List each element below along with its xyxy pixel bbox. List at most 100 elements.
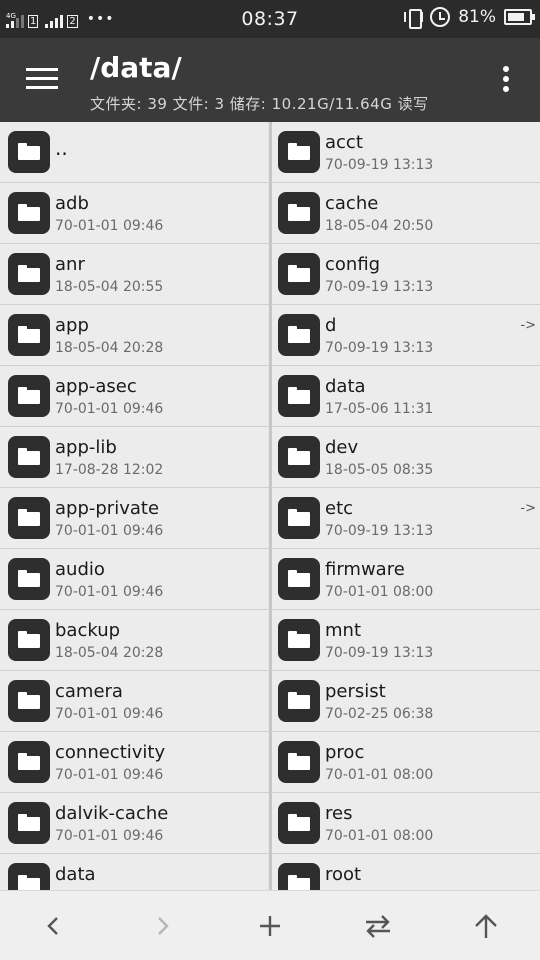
- folder-icon: [278, 192, 320, 234]
- forward-button[interactable]: [108, 891, 216, 960]
- folder-icon: [278, 375, 320, 417]
- folder-date: 70-02-25 06:38: [325, 706, 434, 722]
- folder-name: backup: [55, 620, 121, 641]
- folder-row[interactable]: app-asec 70-01-01 09:46: [0, 366, 270, 427]
- more-vert-icon[interactable]: [502, 66, 510, 94]
- vibrate-icon: [404, 7, 423, 29]
- folder-row[interactable]: root: [272, 854, 540, 890]
- folder-row[interactable]: data: [0, 854, 270, 890]
- folder-date: 70-09-19 13:13: [325, 645, 434, 661]
- folder-row[interactable]: anr 18-05-04 20:55: [0, 244, 270, 305]
- folder-icon: [8, 375, 50, 417]
- folder-icon: [8, 497, 50, 539]
- folder-row[interactable]: app-private 70-01-01 09:46: [0, 488, 270, 549]
- folder-row[interactable]: persist 70-02-25 06:38: [272, 671, 540, 732]
- folder-icon: [278, 802, 320, 844]
- folder-row[interactable]: etc 70-09-19 13:13 ->: [272, 488, 540, 549]
- folder-date: 70-01-01 09:46: [55, 218, 164, 234]
- folder-date: 18-05-05 08:35: [325, 462, 434, 478]
- menu-icon[interactable]: [26, 66, 58, 92]
- back-button[interactable]: [0, 891, 108, 960]
- bottom-toolbar: [0, 890, 540, 960]
- folder-icon: [8, 680, 50, 722]
- folder-date: 70-01-01 09:46: [55, 706, 164, 722]
- storage-info: 文件夹: 39 文件: 3 储存: 10.21G/11.64G 读写: [90, 95, 429, 113]
- folder-date: 17-05-06 11:31: [325, 401, 434, 417]
- folder-name: ..: [55, 136, 68, 160]
- folder-row[interactable]: audio 70-01-01 09:46: [0, 549, 270, 610]
- folder-name: audio: [55, 559, 105, 580]
- parent-folder-row[interactable]: ..: [0, 122, 270, 183]
- file-panels: .. adb 70-01-01 09:46 anr 18-05-04 20:55 app 1…: [0, 122, 540, 890]
- folder-date: 18-05-04 20:55: [55, 279, 164, 295]
- folder-row[interactable]: config 70-09-19 13:13: [272, 244, 540, 305]
- folder-name: d: [325, 315, 337, 336]
- folder-icon: [8, 619, 50, 661]
- folder-name: app-lib: [55, 437, 117, 458]
- folder-icon: [8, 436, 50, 478]
- folder-icon: [278, 741, 320, 783]
- folder-row[interactable]: dev 18-05-05 08:35: [272, 427, 540, 488]
- folder-date: 70-01-01 09:46: [55, 828, 164, 844]
- folder-date: 70-01-01 09:46: [55, 401, 164, 417]
- left-file-list[interactable]: .. adb 70-01-01 09:46 anr 18-05-04 20:55 app 1…: [0, 122, 270, 890]
- folder-icon: [278, 436, 320, 478]
- folder-icon: [8, 863, 50, 890]
- folder-name: app-asec: [55, 376, 137, 397]
- folder-row[interactable]: mnt 70-09-19 13:13: [272, 610, 540, 671]
- folder-name: dev: [325, 437, 359, 458]
- folder-row[interactable]: app 18-05-04 20:28: [0, 305, 270, 366]
- folder-icon: [8, 802, 50, 844]
- chevron-right-icon: [158, 917, 169, 935]
- symlink-indicator: ->: [520, 501, 536, 516]
- folder-name: root: [325, 864, 362, 885]
- plus-icon: [260, 916, 280, 936]
- folder-date: 70-09-19 13:13: [325, 279, 434, 295]
- folder-icon: [8, 192, 50, 234]
- folder-row[interactable]: acct 70-09-19 13:13: [272, 122, 540, 183]
- folder-row[interactable]: d 70-09-19 13:13 ->: [272, 305, 540, 366]
- battery-percent: 81%: [458, 7, 496, 27]
- folder-name: mnt: [325, 620, 361, 641]
- folder-date: 70-09-19 13:13: [325, 523, 434, 539]
- folder-row[interactable]: camera 70-01-01 09:46: [0, 671, 270, 732]
- folder-name: anr: [55, 254, 85, 275]
- folder-icon: [8, 253, 50, 295]
- folder-date: 70-09-19 13:13: [325, 157, 434, 173]
- status-bar: 4G 1 2 ••• 08:37 81%: [0, 0, 540, 38]
- folder-row[interactable]: proc 70-01-01 08:00: [272, 732, 540, 793]
- folder-icon: [278, 314, 320, 356]
- up-button[interactable]: [432, 891, 540, 960]
- folder-icon: [8, 131, 50, 173]
- symlink-indicator: ->: [520, 318, 536, 333]
- folder-name: persist: [325, 681, 386, 702]
- folder-name: app-private: [55, 498, 160, 519]
- folder-date: 70-01-01 09:46: [55, 523, 164, 539]
- folder-row[interactable]: backup 18-05-04 20:28: [0, 610, 270, 671]
- folder-row[interactable]: adb 70-01-01 09:46: [0, 183, 270, 244]
- folder-date: 70-01-01 08:00: [325, 828, 434, 844]
- folder-name: config: [325, 254, 381, 275]
- folder-icon: [8, 741, 50, 783]
- chevron-left-icon: [47, 917, 58, 935]
- folder-icon: [278, 680, 320, 722]
- folder-row[interactable]: cache 18-05-04 20:50: [272, 183, 540, 244]
- folder-date: 70-01-01 08:00: [325, 767, 434, 783]
- folder-row[interactable]: firmware 70-01-01 08:00: [272, 549, 540, 610]
- right-file-list[interactable]: acct 70-09-19 13:13 cache 18-05-04 20:50 con…: [272, 122, 540, 890]
- folder-row[interactable]: connectivity 70-01-01 09:46: [0, 732, 270, 793]
- swap-icon: [366, 915, 390, 938]
- folder-date: 70-01-01 08:00: [325, 584, 434, 600]
- folder-date: 18-05-04 20:28: [55, 645, 164, 661]
- system-indicators: 81%: [404, 7, 535, 29]
- swap-panels-button[interactable]: [324, 891, 432, 960]
- folder-row[interactable]: res 70-01-01 08:00: [272, 793, 540, 854]
- add-button[interactable]: [216, 891, 324, 960]
- folder-name: dalvik-cache: [55, 803, 169, 824]
- folder-name: res: [325, 803, 353, 824]
- folder-icon: [278, 497, 320, 539]
- folder-name: data: [325, 376, 366, 397]
- folder-row[interactable]: dalvik-cache 70-01-01 09:46: [0, 793, 270, 854]
- folder-row[interactable]: data 17-05-06 11:31: [272, 366, 540, 427]
- folder-row[interactable]: app-lib 17-08-28 12:02: [0, 427, 270, 488]
